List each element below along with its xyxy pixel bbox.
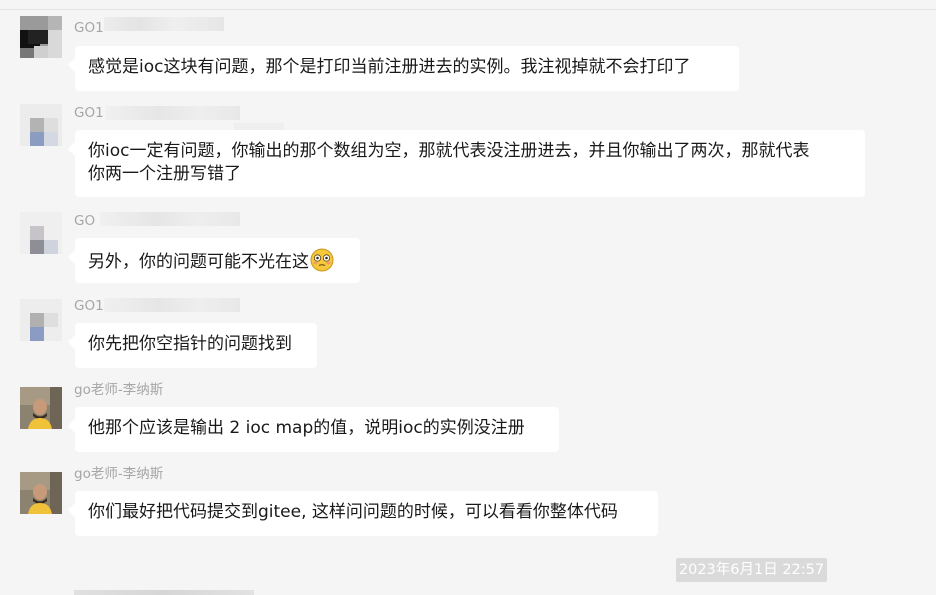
blurred-name: [100, 212, 240, 226]
blurred-name: [106, 106, 240, 120]
avatar-pixelated[interactable]: [20, 104, 62, 146]
sender-name: GO1: [74, 20, 104, 36]
blurred-name: [104, 17, 224, 31]
chat-timestamp: 2023年6月1日 22:57: [676, 558, 827, 582]
sender-name: go老师-李纳斯: [74, 466, 164, 482]
sender-name: GO1: [74, 105, 104, 121]
message-bubble[interactable]: 感觉是ioc这块有问题，那个是打印当前注册进去的实例。我注视掉就不会打印了: [75, 46, 739, 91]
avatar-pixelated[interactable]: [20, 212, 62, 254]
message-text-line: 你两一个注册写错了: [88, 164, 241, 184]
blurred-name: [104, 298, 240, 312]
avatar-photo[interactable]: [20, 472, 62, 514]
message-bubble[interactable]: 你们最好把代码提交到gitee, 这样问问题的时候，可以看看你整体代码: [75, 491, 658, 536]
top-divider: [0, 9, 936, 10]
message-bubble[interactable]: 他那个应该是输出 2 ioc map的值，说明ioc的实例没注册: [75, 407, 559, 452]
message-bubble[interactable]: 你ioc一定有问题，你输出的那个数组为空，那就代表没注册进去，并且你输出了两次，…: [75, 130, 865, 197]
message-text: 感觉是ioc这块有问题，那个是打印当前注册进去的实例。我注视掉就不会打印了: [88, 57, 691, 77]
avatar-photo[interactable]: [20, 387, 62, 429]
message-bubble[interactable]: 你先把你空指针的问题找到: [75, 323, 317, 368]
message-text: 你先把你空指针的问题找到: [88, 334, 292, 354]
message-text-line: 你ioc一定有问题，你输出的那个数组为空，那就代表没注册进去，并且你输出了两次，…: [88, 141, 810, 161]
message-text: 你们最好把代码提交到gitee, 这样问问题的时候，可以看看你整体代码: [88, 502, 618, 522]
message-text: 另外，你的问题可能不光在这: [88, 252, 309, 272]
sender-name: GO1: [74, 298, 104, 314]
avatar-pixelated[interactable]: [20, 16, 62, 58]
message-bubble[interactable]: 另外，你的问题可能不光在这: [75, 238, 360, 283]
blurred-next-sender: [74, 590, 254, 595]
avatar-pixelated[interactable]: [20, 299, 62, 341]
sender-name: go老师-李纳斯: [74, 382, 164, 398]
sender-name: GO: [74, 213, 96, 229]
message-text: 他那个应该是输出 2 ioc map的值，说明ioc的实例没注册: [88, 418, 525, 438]
flushed-face-emoji: [310, 248, 334, 272]
